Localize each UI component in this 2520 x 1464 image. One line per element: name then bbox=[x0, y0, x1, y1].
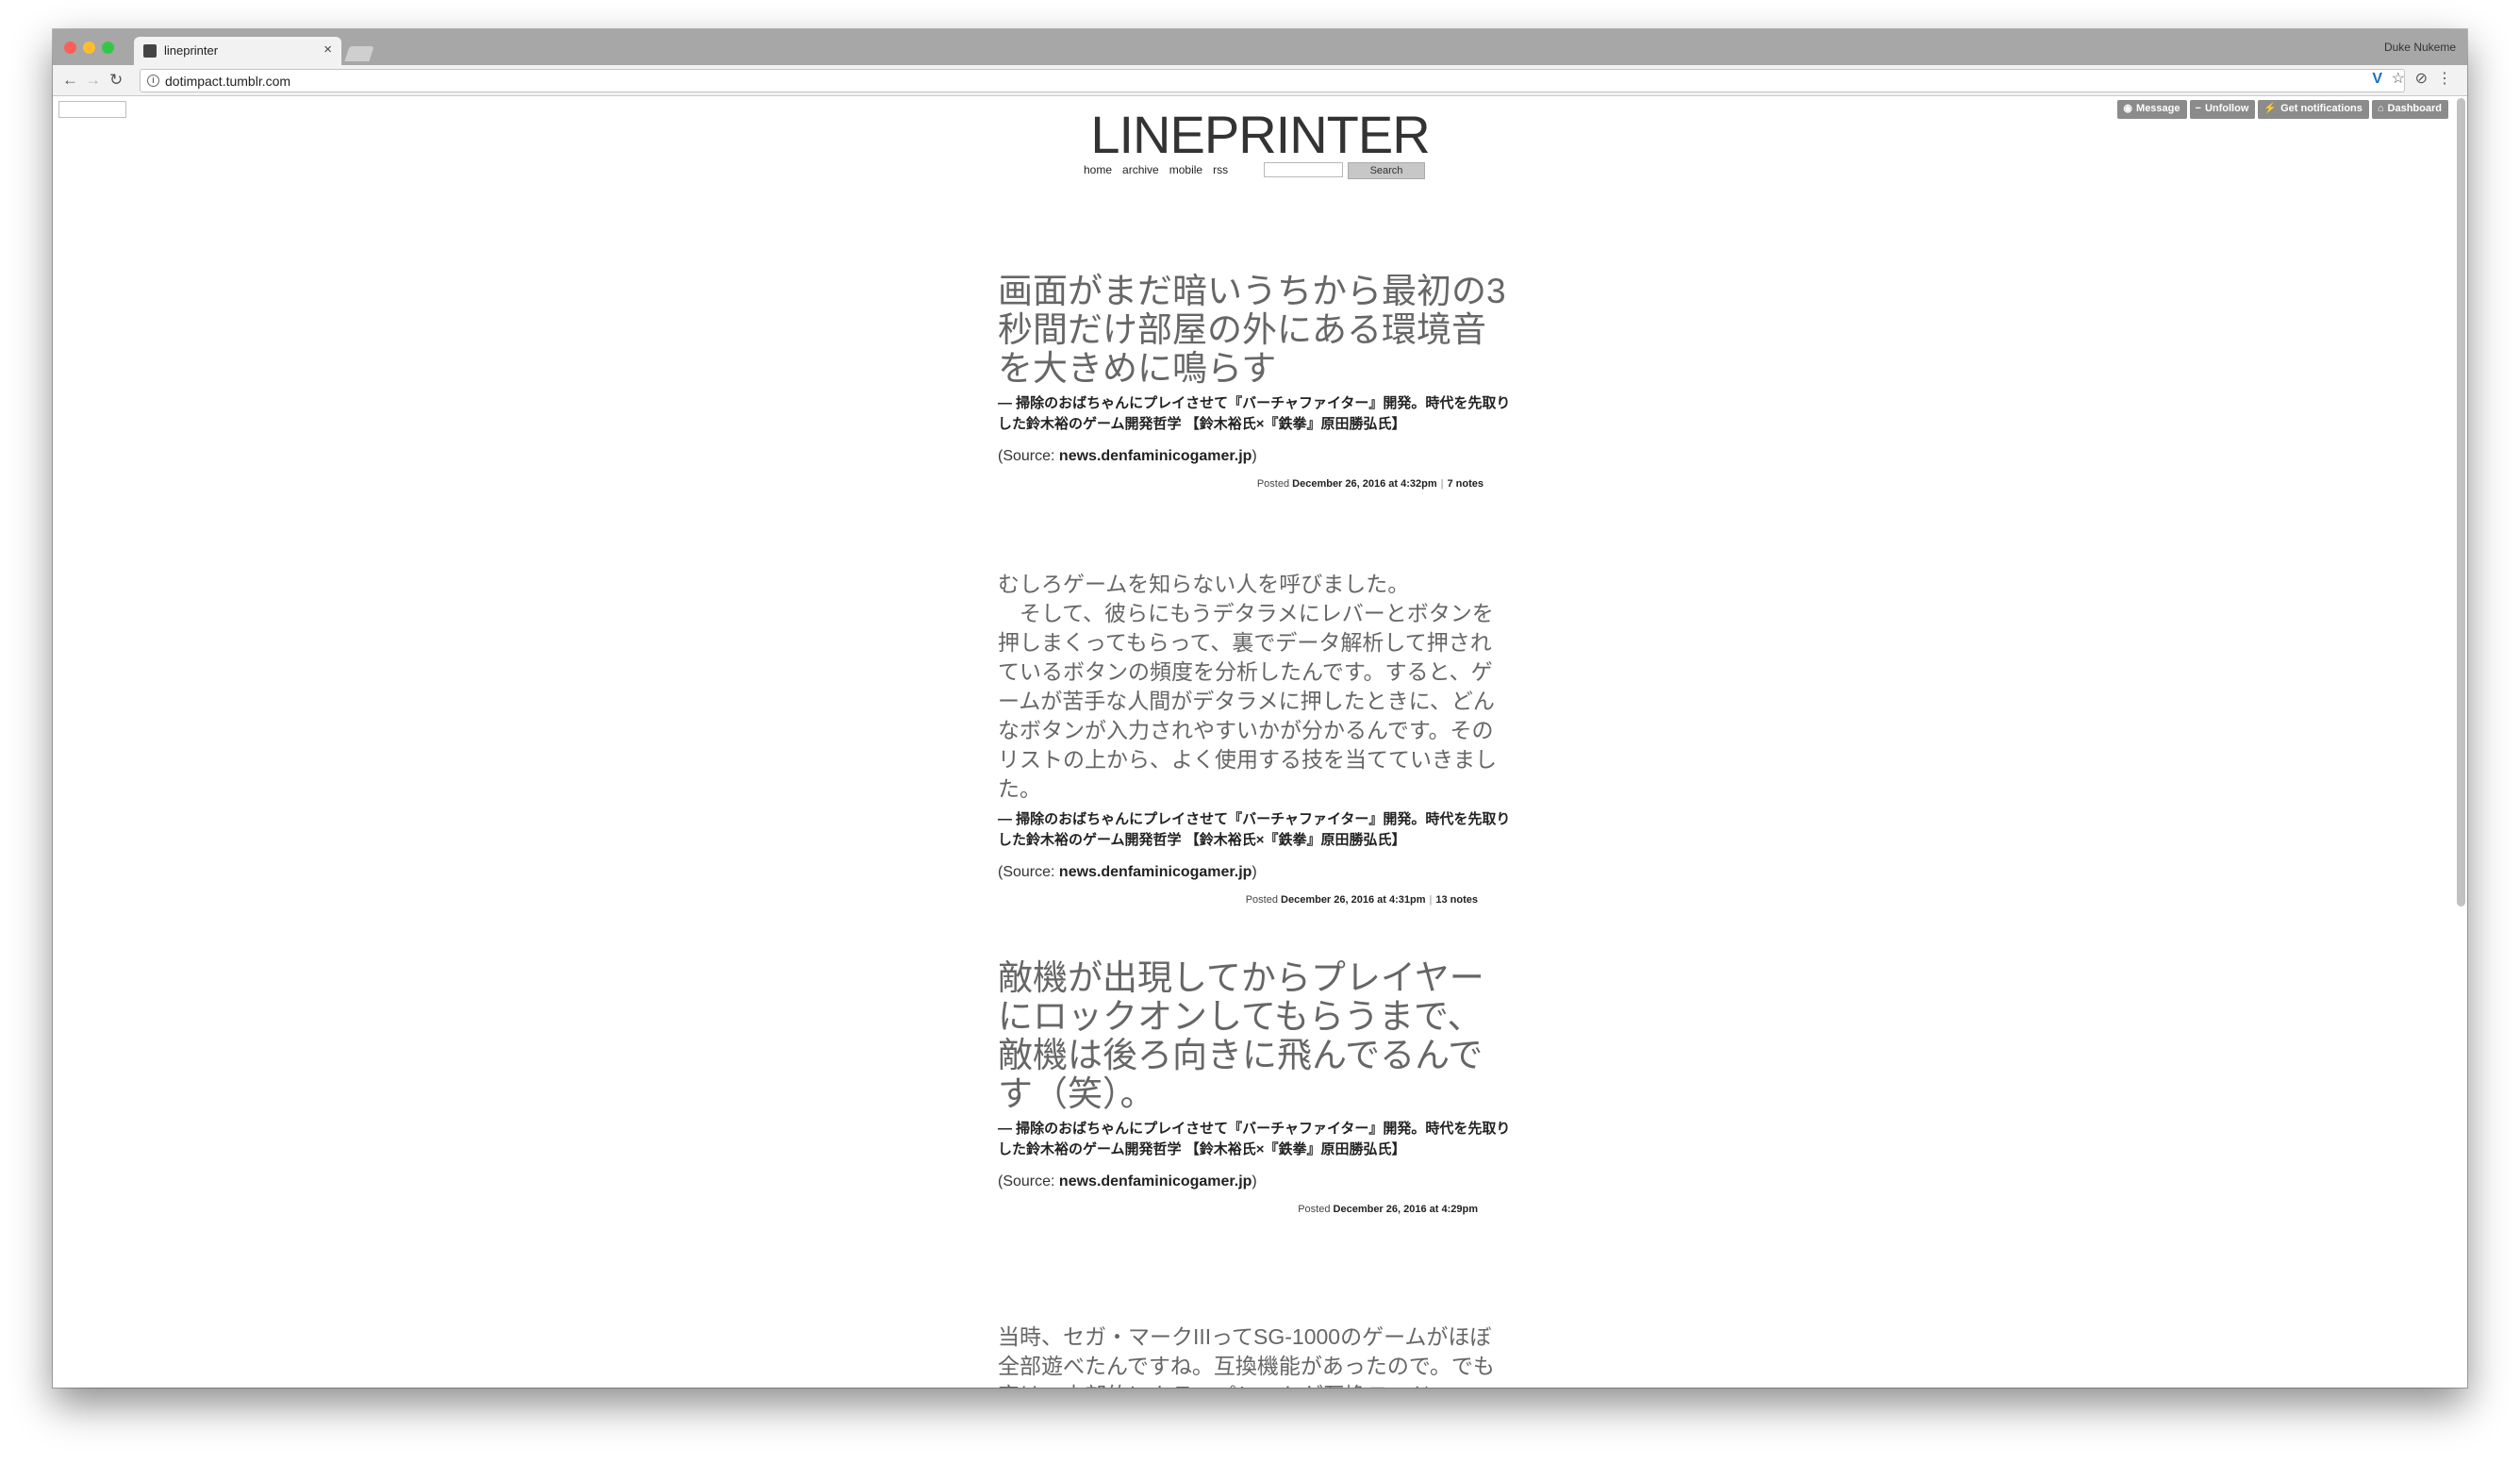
post-quote: むしろゲームを知らない人を呼びました。 そして、彼らにもうデタラメにレバーとボタ… bbox=[998, 572, 1497, 801]
source-prefix: (Source: bbox=[998, 448, 1055, 464]
post-date-link[interactable]: December 26, 2016 at 4:31pm bbox=[1281, 894, 1425, 906]
post-source: (Source: news.denfaminicogamer.jp) bbox=[998, 448, 1512, 465]
post-1: 画面がまだ暗いうちから最初の3秒間だけ部屋の外にある環境音を大きめに鳴らす — … bbox=[998, 272, 1512, 490]
back-icon[interactable]: ← bbox=[62, 71, 78, 90]
tab-close-icon[interactable]: × bbox=[323, 42, 332, 58]
forward-icon[interactable]: → bbox=[85, 71, 101, 90]
minimize-window-button[interactable] bbox=[83, 42, 95, 54]
nav-archive-link[interactable]: archive bbox=[1122, 163, 1159, 176]
tab-lineprinter[interactable]: lineprinter × bbox=[134, 37, 341, 65]
posted-label: Posted bbox=[1245, 894, 1278, 906]
post-notes-link[interactable]: 13 notes bbox=[1435, 894, 1478, 906]
source-link[interactable]: news.denfaminicogamer.jp bbox=[1059, 864, 1252, 880]
nav-home-link[interactable]: home bbox=[1084, 163, 1112, 176]
extension-shield-icon[interactable]: ⊘ bbox=[2415, 71, 2428, 88]
source-link[interactable]: news.denfaminicogamer.jp bbox=[1059, 448, 1252, 464]
meta-separator: | bbox=[1440, 478, 1444, 490]
address-bar[interactable]: i dotimpact.tumblr.com bbox=[140, 69, 2405, 92]
post-attribution: — 掃除のおばちゃんにプレイさせて『バーチャファイター』開発。時代を先取りした鈴… bbox=[998, 395, 1511, 432]
post-meta: Posted December 26, 2016 at 4:32pm | 7 not… bbox=[998, 478, 1512, 490]
post-date-link[interactable]: December 26, 2016 at 4:32pm bbox=[1292, 478, 1436, 490]
browser-toolbar: ← → ↻ i dotimpact.tumblr.com V ☆ ⊘ ⋮ bbox=[53, 65, 2467, 96]
source-suffix: ) bbox=[1252, 1173, 1257, 1190]
extension-v-icon[interactable]: V bbox=[2372, 71, 2382, 88]
source-suffix: ) bbox=[1252, 864, 1257, 880]
browser-window: lineprinter × Duke Nukeme ← → ↻ i dotimp… bbox=[53, 29, 2467, 1388]
posted-label: Posted bbox=[1256, 478, 1290, 490]
post-2: むしろゲームを知らない人を呼びました。 そして、彼らにもうデタラメにレバーとボタ… bbox=[998, 570, 1512, 906]
tab-title: lineprinter bbox=[164, 43, 219, 58]
url-text[interactable]: dotimpact.tumblr.com bbox=[165, 74, 290, 89]
post-notes-link[interactable]: 7 notes bbox=[1447, 478, 1484, 490]
post-quote: 敵機が出現してからプレイヤーにロックオンしてもらうまで、敵機は後ろ向きに飛んでる… bbox=[998, 958, 1484, 1113]
info-icon[interactable]: i bbox=[147, 75, 159, 87]
post-source: (Source: news.denfaminicogamer.jp) bbox=[998, 864, 1512, 881]
bookmark-star-icon[interactable]: ☆ bbox=[2392, 71, 2405, 88]
meta-separator: | bbox=[1429, 894, 1433, 906]
post-4: 当時、セガ・マークIIIってSG-1000のゲームがほぼ全部遊べたんですね。互換… bbox=[998, 1323, 1512, 1388]
blog-title[interactable]: LINEPRINTER bbox=[53, 104, 2467, 165]
post-quote: 当時、セガ・マークIIIってSG-1000のゲームがほぼ全部遊べたんですね。互換… bbox=[998, 1324, 1495, 1388]
post-meta: Posted December 26, 2016 at 4:29pm bbox=[998, 1204, 1512, 1215]
source-link[interactable]: news.denfaminicogamer.jp bbox=[1059, 1173, 1252, 1190]
source-prefix: (Source: bbox=[998, 1173, 1055, 1190]
post-date-link[interactable]: December 26, 2016 at 4:29pm bbox=[1334, 1204, 1478, 1215]
favicon-icon bbox=[143, 44, 157, 58]
posted-label: Posted bbox=[1298, 1204, 1331, 1215]
tab-bar: lineprinter × Duke Nukeme bbox=[53, 29, 2467, 65]
nav-mobile-link[interactable]: mobile bbox=[1169, 163, 1202, 176]
scrollbar-thumb[interactable] bbox=[2457, 98, 2465, 907]
source-suffix: ) bbox=[1252, 448, 1257, 464]
search-button[interactable]: Search bbox=[1348, 162, 1425, 179]
search-input[interactable] bbox=[1264, 162, 1343, 177]
zoom-window-button[interactable] bbox=[102, 42, 114, 54]
page-content: ◉ Message − Unfollow ⚡ Get notifications… bbox=[53, 96, 2467, 1388]
nav-rss-link[interactable]: rss bbox=[1213, 163, 1228, 176]
post-attribution: — 掃除のおばちゃんにプレイさせて『バーチャファイター』開発。時代を先取りした鈴… bbox=[998, 811, 1511, 848]
post-3: 敵機が出現してからプレイヤーにロックオンしてもらうまで、敵機は後ろ向きに飛んでる… bbox=[998, 958, 1512, 1215]
post-source: (Source: news.denfaminicogamer.jp) bbox=[998, 1173, 1512, 1190]
blog-nav: home archive mobile rss bbox=[1084, 163, 1228, 176]
profile-name[interactable]: Duke Nukeme bbox=[2384, 41, 2456, 54]
post-meta: Posted December 26, 2016 at 4:31pm | 13 no… bbox=[998, 894, 1512, 906]
menu-icon[interactable]: ⋮ bbox=[2437, 71, 2452, 88]
post-quote: 画面がまだ暗いうちから最初の3秒間だけ部屋の外にある環境音を大きめに鳴らす bbox=[998, 272, 1506, 388]
reload-icon[interactable]: ↻ bbox=[109, 71, 123, 90]
post-attribution: — 掃除のおばちゃんにプレイさせて『バーチャファイター』開発。時代を先取りした鈴… bbox=[998, 1121, 1511, 1157]
source-prefix: (Source: bbox=[998, 864, 1055, 880]
close-window-button[interactable] bbox=[64, 42, 76, 54]
new-tab-button[interactable] bbox=[344, 46, 374, 61]
